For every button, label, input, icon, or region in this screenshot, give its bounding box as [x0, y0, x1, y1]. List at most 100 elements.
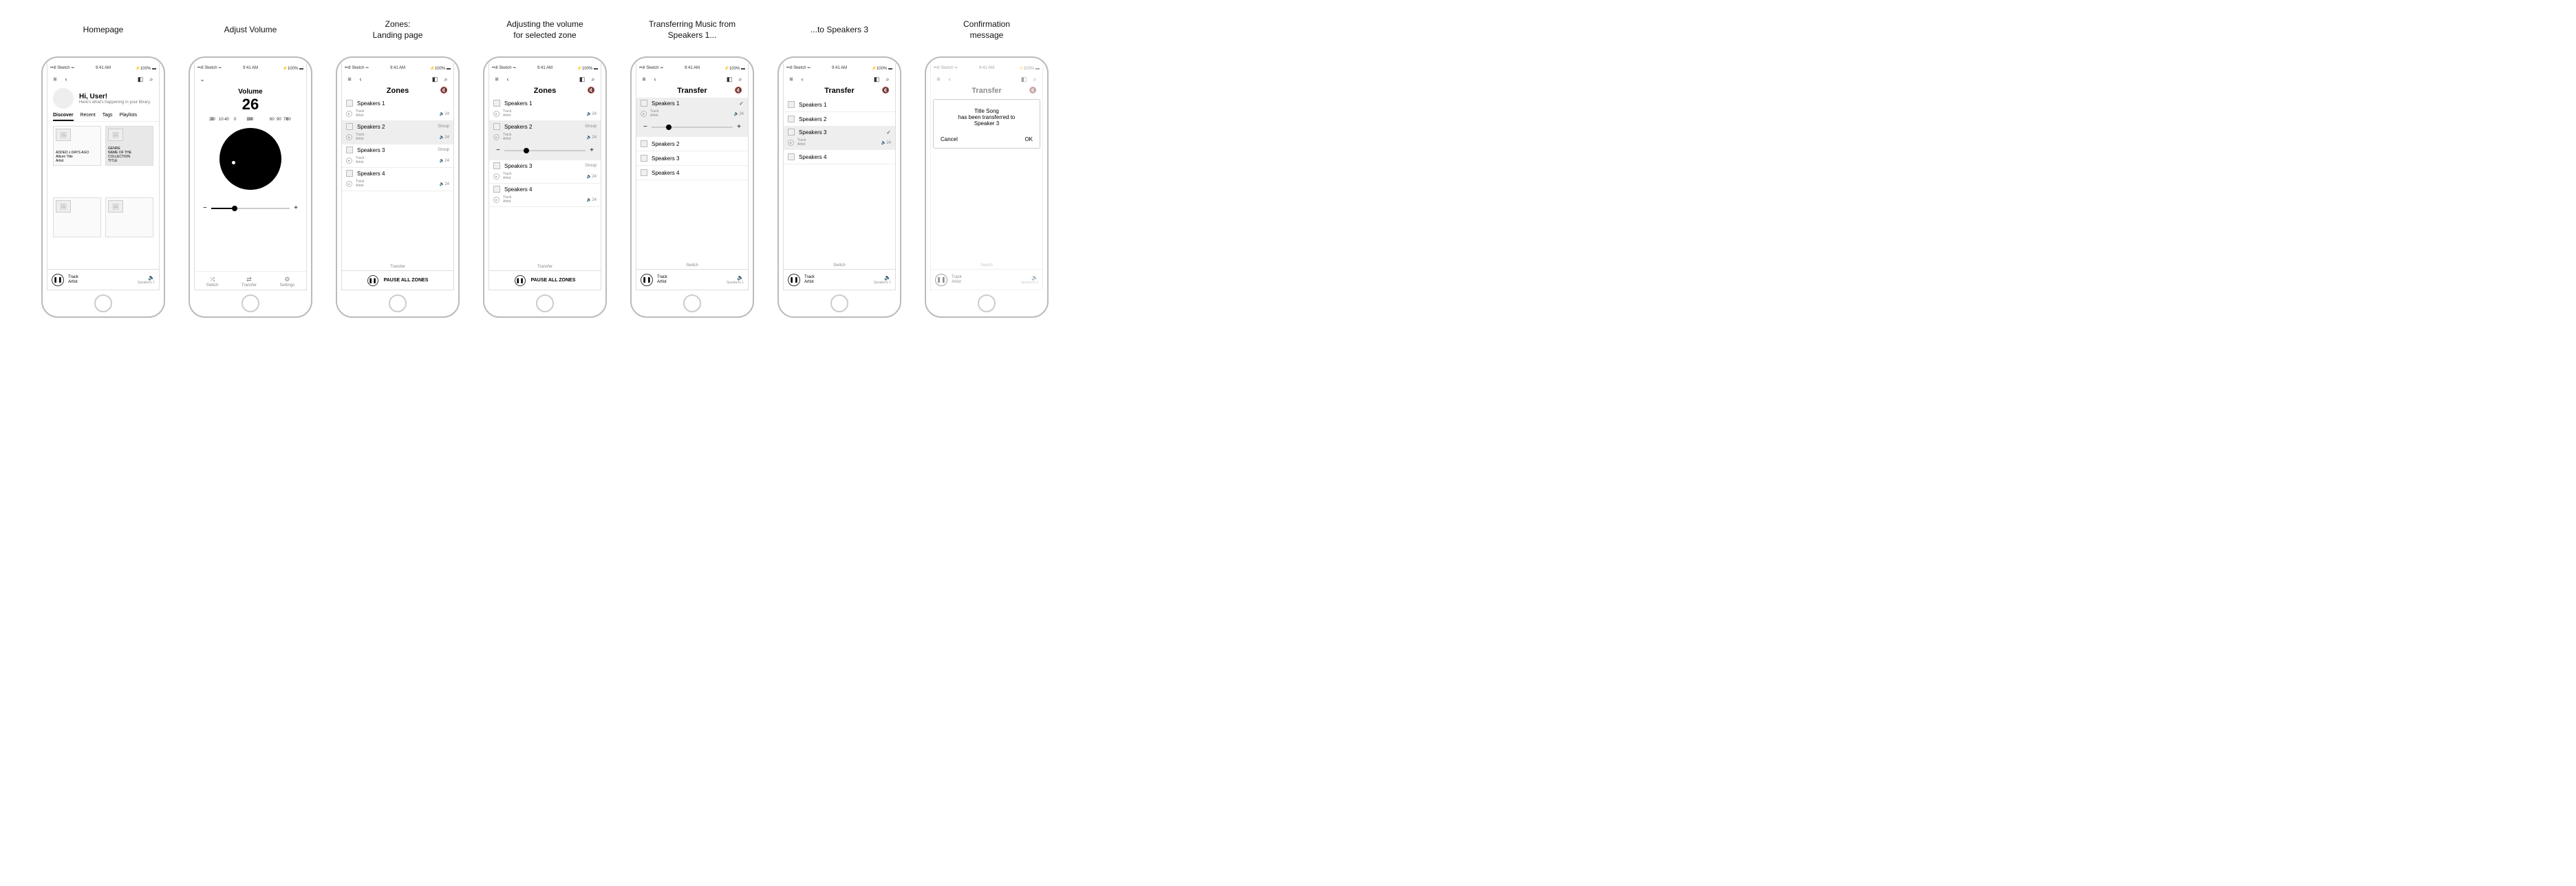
transfer-row[interactable]: Speakers 2	[784, 112, 895, 127]
transfer-row[interactable]: Speakers 4	[784, 150, 895, 164]
pause-icon: ❚❚	[367, 275, 378, 286]
transfer-row[interactable]: Speakers 2	[636, 137, 748, 151]
card-collection: NAME OF THE COLLECTION	[108, 151, 151, 159]
image-icon: 🖼	[56, 129, 71, 141]
volume-icon[interactable]: 🔈24	[440, 111, 449, 116]
volume-slider[interactable]: − +	[195, 202, 306, 215]
tab-transfer[interactable]: ⇄Transfer	[242, 276, 257, 288]
bookmark-icon[interactable]: ◧	[726, 76, 733, 83]
avatar[interactable]	[53, 88, 74, 109]
zone-row[interactable]: Speakers 3Group ▸TrackArtist🔈24	[489, 160, 601, 184]
transfer-row[interactable]: Speakers 4	[636, 166, 748, 180]
search-icon[interactable]: ⌕	[737, 76, 744, 83]
search-icon[interactable]: ⌕	[442, 76, 449, 83]
phone-transfer-from: ••ıll Sketch ⏦9:41 AM⚡100% ▬ ≡ ‹ ◧ ⌕ Tra…	[630, 56, 754, 318]
transfer-row[interactable]: Speakers 1	[784, 98, 895, 112]
home-tabs: Discover Recent Tags Playlists	[47, 113, 159, 122]
home-button[interactable]	[830, 294, 848, 312]
page-title: Zones	[387, 87, 409, 95]
switch-link[interactable]: Switch	[636, 262, 748, 269]
bookmark-icon[interactable]: ◧	[579, 76, 586, 83]
back-icon[interactable]: ‹	[652, 76, 658, 83]
home-button[interactable]	[536, 294, 554, 312]
album-card[interactable]: 🖼	[105, 197, 153, 237]
minus-icon[interactable]: −	[203, 204, 207, 212]
now-playing-bar: ❚❚ Track Artist 🔈 Speakers 1	[47, 269, 159, 290]
shuffle-icon: ⤨	[206, 276, 219, 283]
back-icon[interactable]: ‹	[799, 76, 806, 83]
phone-homepage: ••ıll Sketch ⏦ 9:41 AM ⚡100% ▬ ≡ ‹ ◧ ⌕ H…	[41, 56, 165, 318]
cancel-button[interactable]: Cancel	[941, 136, 958, 142]
bottom-tabs: ⤨Switch ⇄Transfer ⚙Settings	[195, 271, 306, 290]
transfer-link[interactable]: Transfer	[489, 263, 601, 270]
zone-volume-slider[interactable]: − +	[489, 144, 601, 160]
minus-icon[interactable]: −	[496, 147, 500, 154]
bookmark-icon[interactable]: ◧	[137, 76, 144, 83]
mute-icon[interactable]: 🔇	[882, 87, 890, 94]
volume-icon[interactable]: 🔈	[148, 274, 155, 281]
pause-all-bar[interactable]: ❚❚PAUSE ALL ZONES	[489, 270, 601, 290]
tab-recent[interactable]: Recent	[80, 113, 96, 121]
menu-icon[interactable]: ≡	[346, 76, 353, 83]
pause-button[interactable]: ❚❚	[52, 274, 64, 286]
transfer-row[interactable]: Speakers 3	[636, 151, 748, 166]
group-label[interactable]: Group	[438, 125, 449, 129]
album-card[interactable]: 🖼	[53, 197, 101, 237]
pause-button[interactable]: ❚❚	[788, 274, 800, 286]
caption-homepage: Homepage	[83, 19, 124, 41]
page-title: Transfer	[677, 87, 707, 95]
zone-row[interactable]: Speakers 4 ▸TrackArtist🔈24	[489, 184, 601, 207]
bookmark-icon[interactable]: ◧	[431, 76, 438, 83]
greeting: Hi, User!	[79, 93, 151, 100]
menu-icon[interactable]: ≡	[788, 76, 795, 83]
zone-row-selected[interactable]: Speakers 2Group ▸TrackArtist🔈24 − +	[489, 121, 601, 160]
transfer-link[interactable]: Transfer	[342, 263, 453, 270]
mute-icon[interactable]: 🔇	[440, 87, 448, 94]
transfer-target-row[interactable]: Speakers 3✓ ▸TrackArtist🔈24	[784, 127, 895, 150]
plus-icon[interactable]: +	[590, 147, 594, 154]
menu-icon[interactable]: ≡	[52, 76, 58, 83]
zone-row[interactable]: Speakers 4 ▸TrackArtist🔈24	[342, 168, 453, 191]
mute-icon[interactable]: 🔇	[735, 87, 742, 94]
plus-icon[interactable]: +	[294, 204, 298, 212]
tab-settings[interactable]: ⚙Settings	[280, 276, 295, 288]
back-icon[interactable]: ‹	[63, 76, 69, 83]
volume-dial[interactable]: 50 60 70 80 90 100 10 20 30 40 0	[209, 118, 292, 200]
ok-button[interactable]: OK	[1024, 136, 1033, 142]
zone-row[interactable]: Speakers 1 ▸TrackArtist🔈24	[342, 98, 453, 121]
tab-switch[interactable]: ⤨Switch	[206, 276, 219, 288]
home-button[interactable]	[94, 294, 112, 312]
play-icon[interactable]: ▸	[346, 111, 352, 117]
tab-discover[interactable]: Discover	[53, 113, 74, 121]
zone-volume-slider[interactable]: −+	[636, 120, 748, 136]
pause-button[interactable]: ❚❚	[641, 274, 653, 286]
pause-all-bar[interactable]: ❚❚PAUSE ALL ZONES	[342, 270, 453, 290]
search-icon[interactable]: ⌕	[590, 76, 597, 83]
phone-zones-landing: ••ıll Sketch ⏦9:41 AM⚡100% ▬ ≡ ‹ ◧ ⌕ Zon…	[336, 56, 460, 318]
chevron-down-icon[interactable]: ⌄	[199, 76, 206, 83]
menu-icon[interactable]: ≡	[641, 76, 647, 83]
transfer-source-row[interactable]: Speakers 1✓ ▸TrackArtist🔈24 −+	[636, 98, 748, 137]
menu-icon[interactable]: ≡	[493, 76, 500, 83]
search-icon[interactable]: ⌕	[148, 76, 155, 83]
np-track: Track	[68, 275, 133, 280]
bookmark-icon[interactable]: ◧	[873, 76, 880, 83]
home-button[interactable]	[978, 294, 996, 312]
back-icon[interactable]: ‹	[357, 76, 364, 83]
switch-link[interactable]: Switch	[784, 262, 895, 269]
tab-tags[interactable]: Tags	[103, 113, 113, 121]
search-icon[interactable]: ⌕	[884, 76, 891, 83]
album-card[interactable]: 🖼 ADDED x DAYS AGO Album Title Artist	[53, 126, 101, 166]
home-button[interactable]	[242, 294, 259, 312]
collection-card[interactable]: 🖼 GENRE NAME OF THE COLLECTION TITLE	[105, 126, 153, 166]
card-title: TITLE	[108, 159, 151, 163]
home-button[interactable]	[389, 294, 407, 312]
home-button[interactable]	[683, 294, 701, 312]
zone-row[interactable]: Speakers 2Group ▸TrackArtist🔈24	[342, 121, 453, 144]
transfer-icon: ⇄	[242, 276, 257, 283]
mute-icon[interactable]: 🔇	[588, 87, 595, 94]
tab-playlists[interactable]: Playlists	[120, 113, 138, 121]
back-icon[interactable]: ‹	[504, 76, 511, 83]
zone-row[interactable]: Speakers 3Group ▸TrackArtist🔈24	[342, 144, 453, 168]
zone-row[interactable]: Speakers 1 ▸TrackArtist🔈24	[489, 98, 601, 121]
